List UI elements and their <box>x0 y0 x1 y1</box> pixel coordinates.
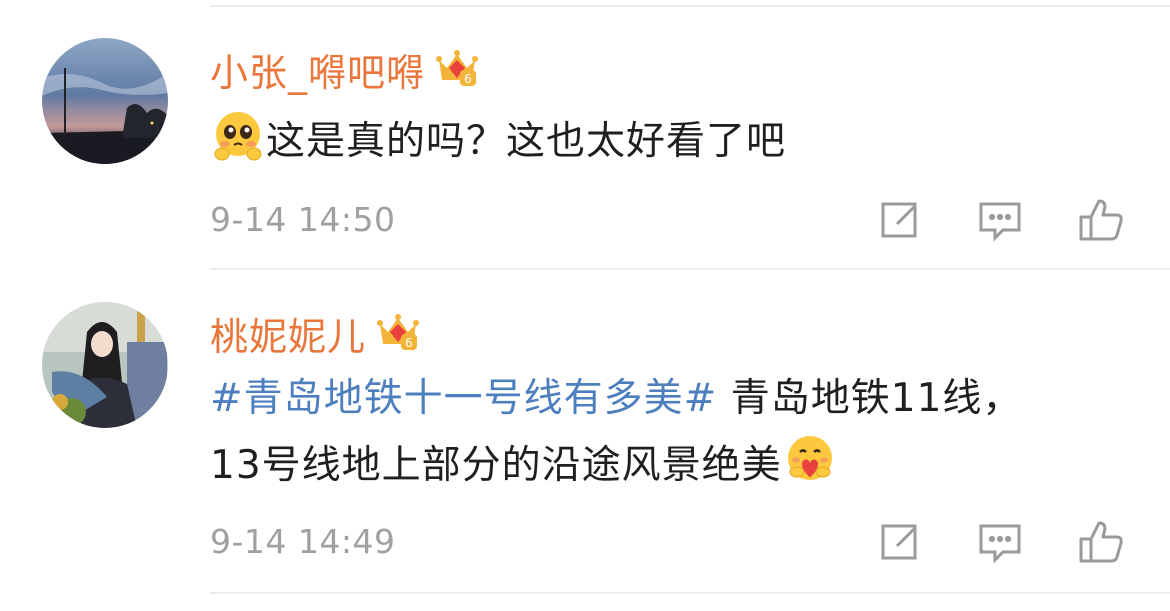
username[interactable]: 小张_嘚吧嘚 <box>210 42 425 97</box>
bottom-divider <box>210 592 1170 594</box>
crown-icon[interactable]: 6 <box>435 46 479 94</box>
username[interactable]: 桃妮妮儿 <box>210 306 366 361</box>
comment-item: 小张_嘚吧嘚 6 这是真的吗？这也太好看了吧 9-14 14:50 <box>0 0 1170 270</box>
comment-icon[interactable] <box>976 196 1024 244</box>
timestamp: 9-14 14:50 <box>210 200 396 239</box>
comment-item: 桃妮妮儿 6 #青岛地铁十一号线有多美# 青岛地铁11线， 13号线地上部分的沿… <box>0 270 1170 611</box>
like-icon[interactable] <box>1077 518 1125 566</box>
comment-icon[interactable] <box>976 518 1024 566</box>
avatar[interactable] <box>42 302 168 428</box>
hugging-heart-emoji <box>782 430 838 505</box>
timestamp: 9-14 14:49 <box>210 522 396 561</box>
pleading-face-emoji <box>210 106 266 181</box>
like-icon[interactable] <box>1077 196 1125 244</box>
svg-text:6: 6 <box>405 336 413 350</box>
avatar[interactable] <box>42 38 168 164</box>
share-icon[interactable] <box>875 518 923 566</box>
svg-text:6: 6 <box>464 72 472 86</box>
comment-text: #青岛地铁十一号线有多美# 青岛地铁11线， 13号线地上部分的沿途风景绝美 <box>210 368 1140 505</box>
crown-icon[interactable]: 6 <box>376 310 420 358</box>
hashtag-link[interactable]: #青岛地铁十一号线有多美# <box>210 376 717 421</box>
share-icon[interactable] <box>875 196 923 244</box>
comment-text: 这是真的吗？这也太好看了吧 <box>210 106 1140 181</box>
